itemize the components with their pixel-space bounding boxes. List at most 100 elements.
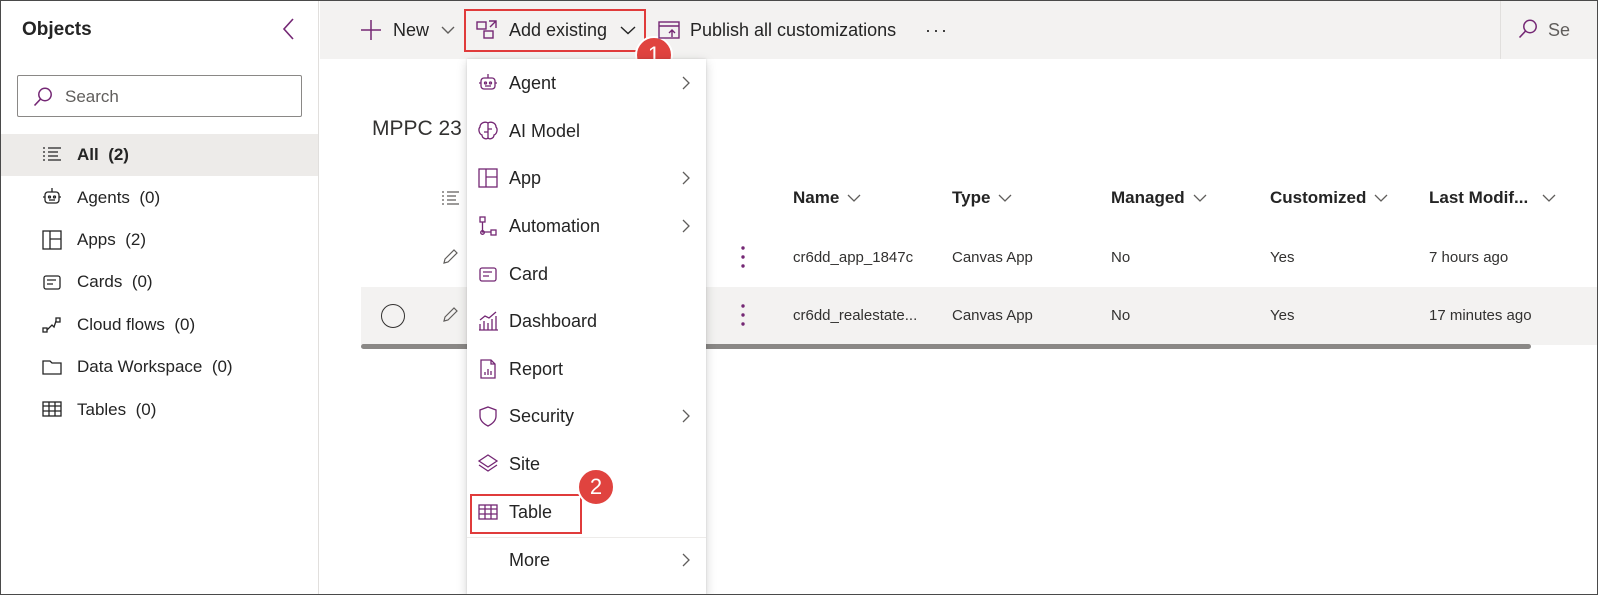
sidebar-item-label: All — [77, 145, 99, 165]
step-badge-2: 2 — [577, 468, 615, 506]
plus-icon — [361, 20, 381, 40]
chevron-down-icon — [1193, 194, 1207, 202]
row-select-radio[interactable] — [381, 304, 405, 328]
sidebar-item-agents[interactable]: Agents (0) — [1, 176, 318, 218]
sidebar-item-data-workspace[interactable]: Data Workspace (0) — [1, 346, 318, 388]
menu-item-agent[interactable]: Agent — [467, 61, 706, 105]
chevron-down-icon — [847, 194, 861, 202]
menu-item-label: Dashboard — [509, 310, 598, 331]
sidebar-item-label: Apps — [77, 229, 116, 249]
menu-item-security[interactable]: Security — [467, 394, 706, 438]
menu-item-report[interactable]: Report — [467, 347, 706, 391]
column-header-label: Name — [793, 188, 840, 207]
sidebar-item-count: (2) — [125, 229, 146, 249]
search-placeholder: Search — [65, 87, 119, 106]
folder-icon — [42, 360, 62, 375]
sidebar-title: Objects — [22, 19, 92, 40]
sidebar-item-count: (2) — [108, 145, 129, 165]
column-header-type[interactable]: Type — [952, 188, 1012, 208]
report-icon — [480, 359, 496, 379]
column-header-last-modified[interactable]: Last Modif... — [1429, 188, 1556, 208]
search-icon — [33, 87, 52, 107]
chevron-down-icon — [1542, 194, 1556, 202]
chevron-right-icon — [682, 409, 690, 423]
column-header-customized[interactable]: Customized — [1270, 188, 1388, 208]
search-icon — [1518, 19, 1537, 39]
column-header-label: Customized — [1270, 188, 1367, 207]
menu-item-automation[interactable]: Automation — [467, 204, 706, 248]
menu-item-card[interactable]: Card — [467, 252, 706, 296]
cell-last-modified: 7 hours ago — [1429, 249, 1509, 266]
dashboard-icon — [479, 311, 498, 331]
chevron-right-icon — [682, 171, 690, 185]
sidebar-item-apps[interactable]: Apps (2) — [1, 219, 318, 261]
brain-icon — [478, 121, 498, 140]
sidebar-item-tables[interactable]: Tables (0) — [1, 388, 318, 430]
sidebar-search-input[interactable]: Search — [17, 75, 302, 117]
publish-all-button[interactable]: Publish all customizations — [657, 1, 896, 59]
add-existing-highlight — [464, 9, 646, 52]
cell-name[interactable]: cr6dd_app_1847c — [793, 249, 913, 266]
more-vertical-icon[interactable] — [740, 245, 746, 269]
bot-icon — [43, 188, 61, 205]
menu-item-label: Automation — [509, 215, 601, 236]
menu-item-label: More — [509, 549, 551, 570]
menu-item-label: AI Model — [509, 120, 581, 141]
flow-icon — [42, 316, 61, 333]
menu-item-dashboard[interactable]: Dashboard — [467, 299, 706, 343]
chevron-down-icon — [1374, 194, 1388, 202]
table-icon — [42, 401, 62, 417]
menu-item-label: Security — [509, 405, 575, 426]
cell-managed: No — [1111, 307, 1131, 324]
select-all-list-icon[interactable] — [441, 189, 461, 209]
chevron-right-icon — [682, 219, 690, 233]
page-title: MPPC 23 — [372, 117, 462, 140]
app-frame: Objects Search All (2) Agents (0) Apps (… — [0, 0, 1598, 595]
menu-item-more[interactable]: More — [467, 538, 706, 582]
app-icon — [42, 230, 62, 250]
cell-customized: Yes — [1270, 249, 1295, 266]
menu-item-app[interactable]: App — [467, 156, 706, 200]
sidebar-item-cloud-flows[interactable]: Cloud flows (0) — [1, 304, 318, 346]
chevron-down-icon — [998, 194, 1012, 202]
cell-last-modified: 17 minutes ago — [1429, 307, 1532, 324]
more-vertical-icon[interactable] — [740, 303, 746, 327]
edit-pencil-icon[interactable] — [441, 248, 459, 266]
column-header-managed[interactable]: Managed — [1111, 188, 1207, 208]
publish-icon — [658, 21, 680, 39]
menu-item-label: App — [509, 167, 542, 188]
more-commands-button[interactable]: ··· — [925, 1, 949, 59]
sidebar-item-count: (0) — [135, 399, 157, 419]
objects-sidebar: Objects Search All (2) Agents (0) Apps (… — [1, 1, 319, 594]
collapse-chevron-icon[interactable] — [279, 17, 299, 41]
command-search-label: Se — [1548, 20, 1571, 40]
sidebar-item-label: Data Workspace — [77, 357, 203, 377]
sidebar-item-count: (0) — [131, 272, 153, 292]
command-search[interactable]: Se — [1500, 1, 1597, 59]
chevron-right-icon — [682, 76, 690, 90]
bot-icon — [479, 74, 497, 90]
sidebar-item-count: (0) — [174, 314, 196, 334]
sidebar-item-all[interactable]: All (2) — [1, 134, 318, 177]
cell-type: Canvas App — [952, 249, 1033, 266]
cell-managed: No — [1111, 249, 1131, 266]
column-header-name[interactable]: Name — [793, 188, 861, 208]
shield-icon — [479, 406, 497, 427]
column-header-label: Last Modif... — [1429, 188, 1529, 207]
chevron-down-icon — [441, 26, 455, 34]
menu-item-ai-model[interactable]: AI Model — [467, 109, 706, 153]
edit-pencil-icon[interactable] — [441, 306, 459, 324]
list-icon — [43, 147, 61, 161]
cell-name[interactable]: cr6dd_realestate... — [793, 307, 917, 324]
cell-type: Canvas App — [952, 307, 1033, 324]
card-icon — [479, 267, 497, 282]
table-highlight — [470, 494, 582, 534]
menu-item-label: Site — [509, 453, 541, 474]
sidebar-item-label: Cloud flows — [77, 314, 165, 334]
menu-item-label: Card — [509, 263, 549, 284]
sidebar-item-label: Agents — [77, 187, 130, 207]
column-header-label: Type — [952, 188, 991, 207]
new-button[interactable]: New — [359, 1, 455, 59]
sidebar-item-cards[interactable]: Cards (0) — [1, 261, 318, 303]
card-icon — [43, 275, 61, 290]
